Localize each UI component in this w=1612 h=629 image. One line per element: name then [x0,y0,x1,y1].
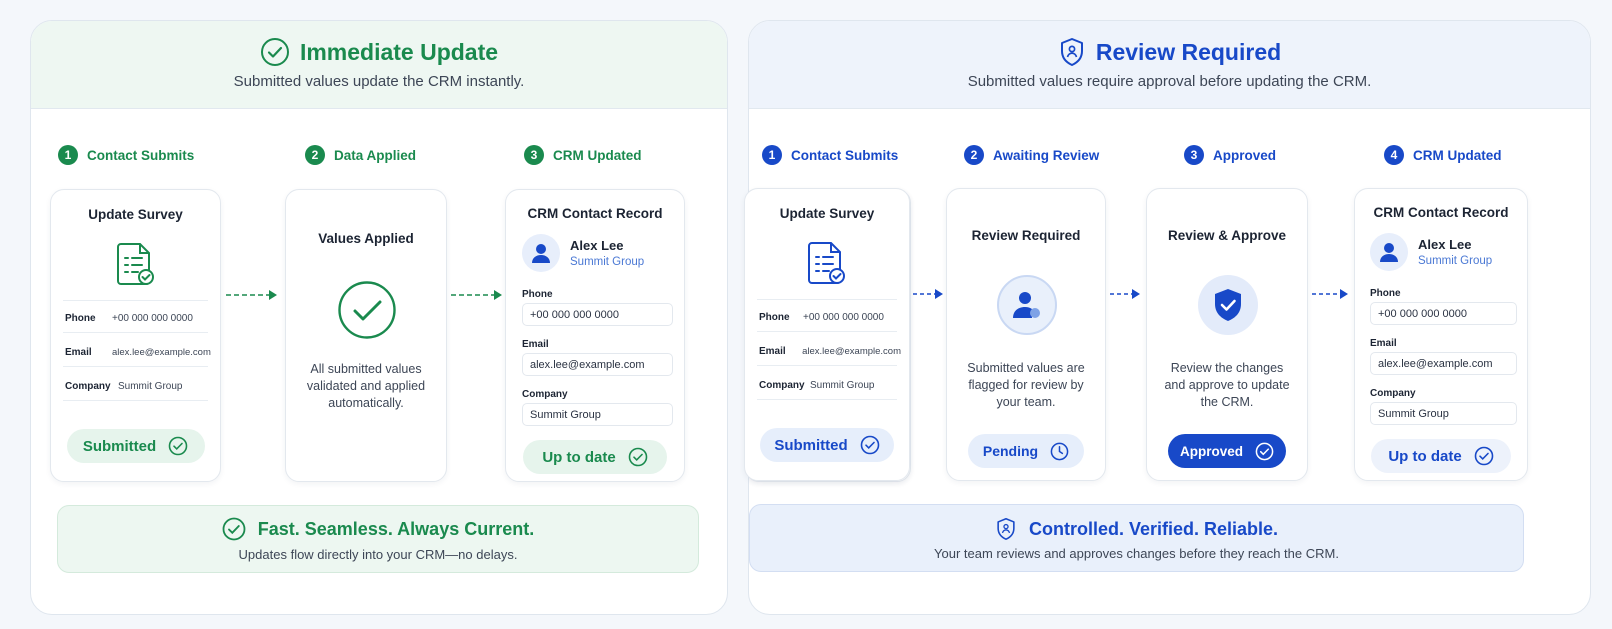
update-survey-card: Update Survey Phone +00 000 000 0000 Emai… [50,189,221,482]
flow-arrow [226,290,277,300]
contact-company: Summit Group [1418,255,1493,267]
divider [757,299,897,300]
pending-badge: Pending [968,434,1084,468]
check-circle-icon [1255,442,1274,460]
shield-icon [997,517,1015,540]
contact-company: Summit Group [570,256,645,268]
email-label: Email [522,339,549,350]
flow-arrow [1110,289,1140,299]
check-circle-icon [860,435,879,455]
banner-subtitle: Updates flow directly into your CRM—no d… [238,547,518,562]
check-circle-icon [1474,446,1493,466]
company-label: Company [522,389,568,400]
card-title: Update Survey [779,206,875,221]
phone-label: Phone [522,289,553,300]
card-description: Review the changes and approve to update… [1164,361,1290,409]
divider [757,365,897,366]
check-circle-icon [628,447,647,467]
person-icon [1380,243,1398,262]
contact-person: Alex Lee Summit Group [1370,233,1492,271]
submitted-badge: Submitted [66,429,205,463]
values-applied-card: Values Applied All submitted values vali… [285,189,447,482]
email-field[interactable]: alex.lee@example.com [522,353,673,376]
divider [63,332,208,333]
check-circle-icon [222,517,246,541]
flow-arrow [913,289,943,299]
panel-subtitle: Submitted values update the CRM instantl… [233,73,525,90]
divider [63,300,208,301]
company-row: Company Summit Group [759,380,875,391]
shield-check-icon [1215,289,1241,321]
contact-person: Alex Lee Summit Group [522,234,644,272]
reviewer-avatar [997,275,1057,335]
avatar [522,234,560,272]
check-circle-icon [338,281,396,339]
divider [757,399,897,400]
company-row: Company Summit Group [65,381,183,392]
phone-field[interactable]: +00 000 000 0000 [522,303,673,326]
company-label: Company [1370,388,1416,399]
clock-icon [1050,442,1069,460]
card-description: All submitted values validated and appli… [306,362,426,410]
avatar [1370,233,1408,271]
approved-button[interactable]: Approved [1168,434,1286,468]
company-field[interactable]: Summit Group [522,403,673,426]
user-review-icon [1013,292,1040,318]
submitted-badge: Submitted [760,428,894,462]
banner-title: Controlled. Verified. Reliable. [750,516,1523,542]
review-crm-contact-record-card: CRM Contact Record Alex Lee Summit Group … [1354,188,1528,481]
card-description: Submitted values are flagged for review … [967,361,1085,409]
company-field[interactable]: Summit Group [1370,402,1517,425]
review-update-survey-card: Update Survey Phone +00 000 000 0000 Emai… [744,188,910,481]
crm-contact-record-card: CRM Contact Record Alex Lee Summit Group … [505,189,685,482]
card-title: CRM Contact Record [1373,205,1509,220]
up-to-date-badge: Up to date [1371,439,1511,473]
email-field[interactable]: alex.lee@example.com [1370,352,1517,375]
card-title: CRM Contact Record [527,206,663,221]
email-row: Email alex.lee@example.com [759,346,901,357]
approve-badge-circle [1198,275,1258,335]
flow-arrow [451,290,502,300]
panel-title: Immediate Update [31,37,727,67]
email-row: Email alex.lee@example.com [65,347,211,358]
immediate-update-panel: Immediate Update Submitted values update… [30,20,728,615]
contact-name: Alex Lee [1418,237,1472,252]
card-title: Update Survey [88,207,183,222]
divider [63,400,208,401]
up-to-date-badge: Up to date [523,440,667,474]
check-circle-icon [260,38,289,66]
phone-row: Phone +00 000 000 0000 [759,312,884,323]
banner-subtitle: Your team reviews and approves changes b… [934,546,1339,561]
survey-document-icon [808,242,845,284]
step-crm-updated: 3 CRM Updated [524,145,642,165]
flow-arrow [1312,289,1348,299]
survey-document-icon [116,243,154,285]
check-circle-icon [168,436,188,456]
phone-field[interactable]: +00 000 000 0000 [1370,302,1517,325]
review-approve-card: Review & Approve Review the changes and … [1146,188,1308,481]
banner-title: Fast. Seamless. Always Current. [58,517,698,541]
contact-name: Alex Lee [570,238,624,253]
phone-label: Phone [1370,288,1401,299]
card-title: Values Applied [318,231,414,246]
email-label: Email [1370,338,1397,349]
divider [757,331,897,332]
divider [63,366,208,367]
phone-row: Phone +00 000 000 0000 [65,313,193,324]
card-title: Review & Approve [1167,228,1287,243]
card-title: Review Required [971,228,1081,243]
review-required-card: Review Required Submitted values are fla… [946,188,1106,481]
step-contact-submits: 1 Contact Submits [58,145,194,165]
summary-banner: Fast. Seamless. Always Current. Updates … [57,505,699,573]
step-data-applied: 2 Data Applied [305,145,416,165]
panel-header: Immediate Update Submitted values update… [31,21,727,109]
person-icon [532,244,550,263]
review-summary-banner: Controlled. Verified. Reliable. Your tea… [749,504,1524,572]
